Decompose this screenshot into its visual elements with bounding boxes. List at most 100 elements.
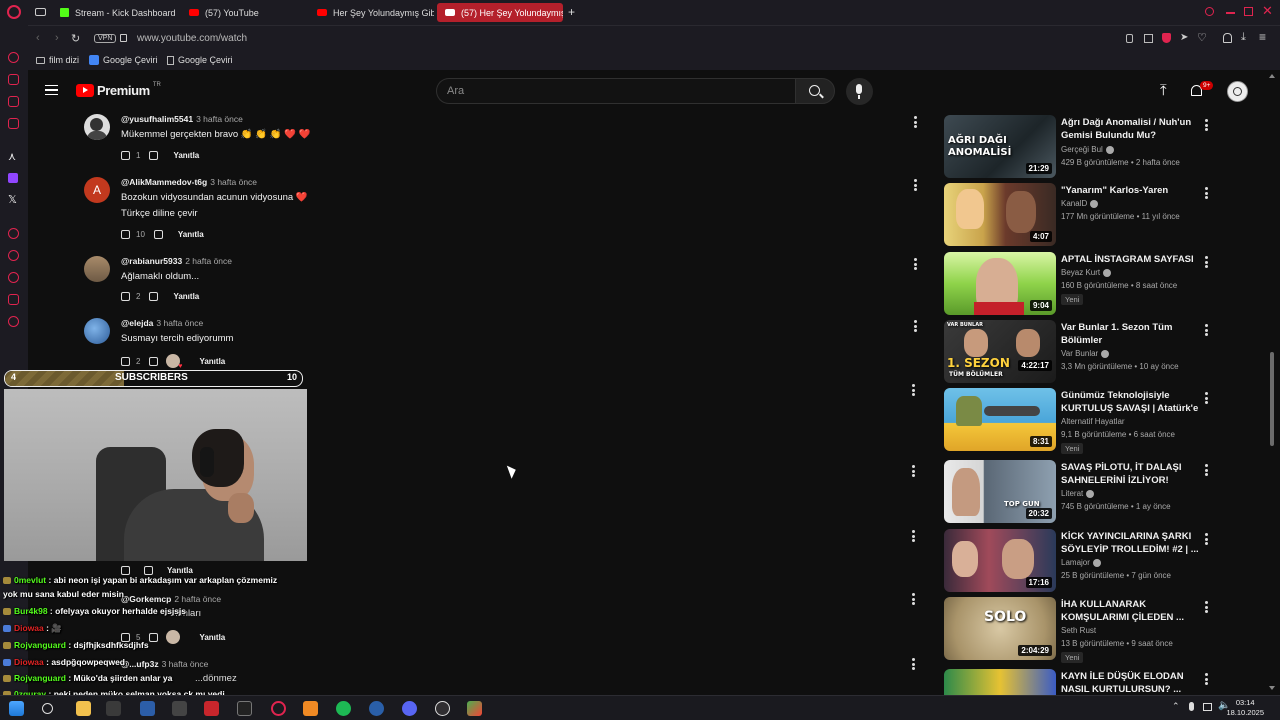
channel-name[interactable]: Var Bunlar (1061, 349, 1110, 358)
search-tabs-icon[interactable] (1205, 7, 1214, 16)
heart-icon[interactable]: ♡ (1197, 31, 1207, 44)
tab-her-sey-active[interactable]: (57) Her Şey Yolundaymış (437, 3, 563, 22)
like-icon[interactable] (121, 151, 130, 160)
video-title[interactable]: KAYN İLE DÜŞÜK ELODAN NASIL KURTULURSUN?… (1061, 670, 1201, 695)
comment-more-icon[interactable] (912, 593, 915, 605)
video-title[interactable]: Günümüz Teknolojisiyle KURTULUŞ SAVAŞI |… (1061, 389, 1201, 416)
channel-name[interactable]: Literat (1061, 489, 1095, 498)
comment-author[interactable]: @elejda 3 hafta önce (121, 318, 203, 328)
add-sidebar-icon[interactable] (8, 228, 19, 239)
recommended-video[interactable]: KAYN İLE DÜŞÜK ELODAN NASIL KURTULURSUN?… (944, 669, 1214, 695)
bookmark-google-ceviri-2[interactable]: Google Çeviri (167, 55, 233, 65)
shield-icon[interactable] (1162, 33, 1171, 43)
obs-icon[interactable] (435, 701, 450, 716)
recommended-video[interactable]: AĞRI DAĞI ANOMALİSİ 21:29 Ağrı Dağı Anom… (944, 115, 1214, 179)
video-thumbnail[interactable]: 8:31 (944, 388, 1056, 451)
search-input[interactable]: Ara (436, 78, 795, 104)
comment-author[interactable]: @rabianur5933 2 hafta önce (121, 256, 232, 266)
video-thumbnail[interactable]: 17:16 (944, 529, 1056, 592)
recommended-video[interactable]: SOLO 2:04:29 İHA KULLANARAK KOMŞULARIMI … (944, 597, 1214, 663)
recommended-video[interactable]: TOP GUN 20:32 SAVAŞ PİLOTU, İT DALAŞI SA… (944, 460, 1214, 524)
opera-logo-icon[interactable] (7, 5, 21, 19)
avatar[interactable] (1227, 81, 1248, 102)
channel-name[interactable]: Seth Rust (1061, 626, 1096, 635)
back-icon[interactable]: ‹ (36, 32, 40, 44)
discord-icon[interactable] (402, 701, 417, 716)
upload-icon[interactable]: ⤒ (1160, 82, 1167, 99)
instagram-icon[interactable] (8, 118, 19, 129)
notifications-button[interactable]: 9+ (1190, 81, 1214, 102)
app-icon[interactable] (303, 701, 318, 716)
video-more-icon[interactable] (1205, 324, 1208, 338)
tab-her-sey-1[interactable]: Her Şey Yolundaymış Gibi (309, 3, 434, 22)
microphone-tray-icon[interactable] (1189, 702, 1194, 711)
comment-more-icon[interactable] (914, 116, 917, 128)
download-icon[interactable]: ⤓ (1241, 31, 1246, 44)
dislike-icon[interactable] (149, 356, 159, 366)
scroll-up-icon[interactable] (1269, 74, 1275, 78)
video-more-icon[interactable] (1205, 601, 1208, 615)
video-title[interactable]: İHA KULLANARAK KOMŞULARIMI ÇİLEDEN ... (1061, 598, 1201, 624)
minimize-icon[interactable] (1226, 12, 1235, 14)
video-title[interactable]: "Yanarım" Karlos-Yaren (1061, 184, 1201, 197)
snapshot-icon[interactable] (1144, 34, 1153, 43)
scroll-down-icon[interactable] (1269, 686, 1275, 690)
channel-name[interactable]: Beyaz Kurt (1061, 268, 1112, 277)
app-icon[interactable] (106, 701, 121, 716)
video-more-icon[interactable] (1205, 392, 1208, 406)
recommended-video[interactable]: VAR BUNLAR 1. SEZON TÜM BÖLÜMLER 4:22:17… (944, 320, 1214, 384)
video-more-icon[interactable] (1205, 533, 1208, 547)
avatar[interactable] (84, 256, 110, 282)
reply-button[interactable]: Yanıtla (199, 357, 225, 366)
video-title[interactable]: Ağrı Dağı Anomalisi / Nuh'un Gemisi Bulu… (1061, 116, 1201, 142)
avatar[interactable] (84, 114, 110, 140)
comment-author[interactable]: @AlikMammedov-t6g 3 hafta önce (121, 177, 257, 187)
settings-icon[interactable] (8, 316, 19, 327)
network-icon[interactable] (1203, 703, 1212, 711)
channel-name[interactable]: Gerçeği Bul (1061, 145, 1114, 154)
comment-more-icon[interactable] (912, 658, 915, 670)
tray-chevron-icon[interactable]: ⌃ (1172, 701, 1180, 712)
channel-name[interactable]: Alternatif Hayatlar (1061, 417, 1125, 426)
comment-more-icon[interactable] (912, 465, 915, 477)
reply-button[interactable]: Yanıtla (173, 292, 199, 301)
recommended-video[interactable]: 8:31 Günümüz Teknolojisiyle KURTULUŞ SAV… (944, 388, 1214, 454)
profile-icon[interactable] (1223, 33, 1232, 43)
aria-icon[interactable] (8, 52, 19, 63)
avatar[interactable]: A (84, 177, 110, 203)
youtube-logo[interactable]: Premium TR (76, 82, 161, 98)
video-thumbnail[interactable]: 9:04 (944, 252, 1056, 315)
taskbar-clock[interactable]: 03:14 18.10.2025 (1226, 698, 1264, 718)
menu-icon[interactable]: ≡ (1259, 30, 1266, 44)
comment-more-icon[interactable] (914, 258, 917, 270)
app-icon[interactable] (369, 701, 384, 716)
gaming-icon[interactable] (8, 74, 19, 85)
comment-more-icon[interactable] (914, 320, 917, 332)
x-icon[interactable]: 𝕏 (8, 193, 17, 206)
app-icon[interactable] (140, 701, 155, 716)
downloads-sidebar-icon[interactable] (8, 294, 19, 305)
file-explorer-icon[interactable] (76, 701, 91, 716)
recommended-video[interactable]: 4:07 "Yanarım" Karlos-Yaren KanalD 177 M… (944, 183, 1214, 247)
video-title[interactable]: Var Bunlar 1. Sezon Tüm Bölümler (1061, 321, 1201, 347)
start-icon[interactable] (9, 701, 24, 716)
app-icon[interactable] (467, 701, 482, 716)
like-icon[interactable] (121, 292, 130, 301)
tab-overview-icon[interactable] (35, 8, 46, 16)
new-tab-button[interactable]: + (568, 5, 575, 19)
send-icon[interactable]: ➤ (1180, 32, 1188, 43)
video-thumbnail[interactable]: SOLO 2:04:29 (944, 597, 1056, 660)
hamburger-menu-icon[interactable] (45, 85, 58, 95)
channel-name[interactable]: KanalD (1061, 199, 1099, 208)
bookmark-film-dizi[interactable]: film dizi (36, 55, 79, 65)
video-more-icon[interactable] (1205, 256, 1208, 270)
comment-more-icon[interactable] (912, 530, 915, 542)
comment-more-icon[interactable] (914, 179, 917, 191)
recommended-video[interactable]: 9:04 APTAL İNSTAGRAM SAYFASI Beyaz Kurt … (944, 252, 1214, 316)
forward-icon[interactable]: › (55, 32, 59, 44)
reply-button[interactable]: Yanıtla (173, 151, 199, 160)
page-scrollbar[interactable] (1270, 352, 1274, 446)
channel-name[interactable]: Lamajor (1061, 558, 1101, 567)
video-more-icon[interactable] (1205, 187, 1208, 201)
taskbar-search-icon[interactable] (42, 703, 53, 714)
